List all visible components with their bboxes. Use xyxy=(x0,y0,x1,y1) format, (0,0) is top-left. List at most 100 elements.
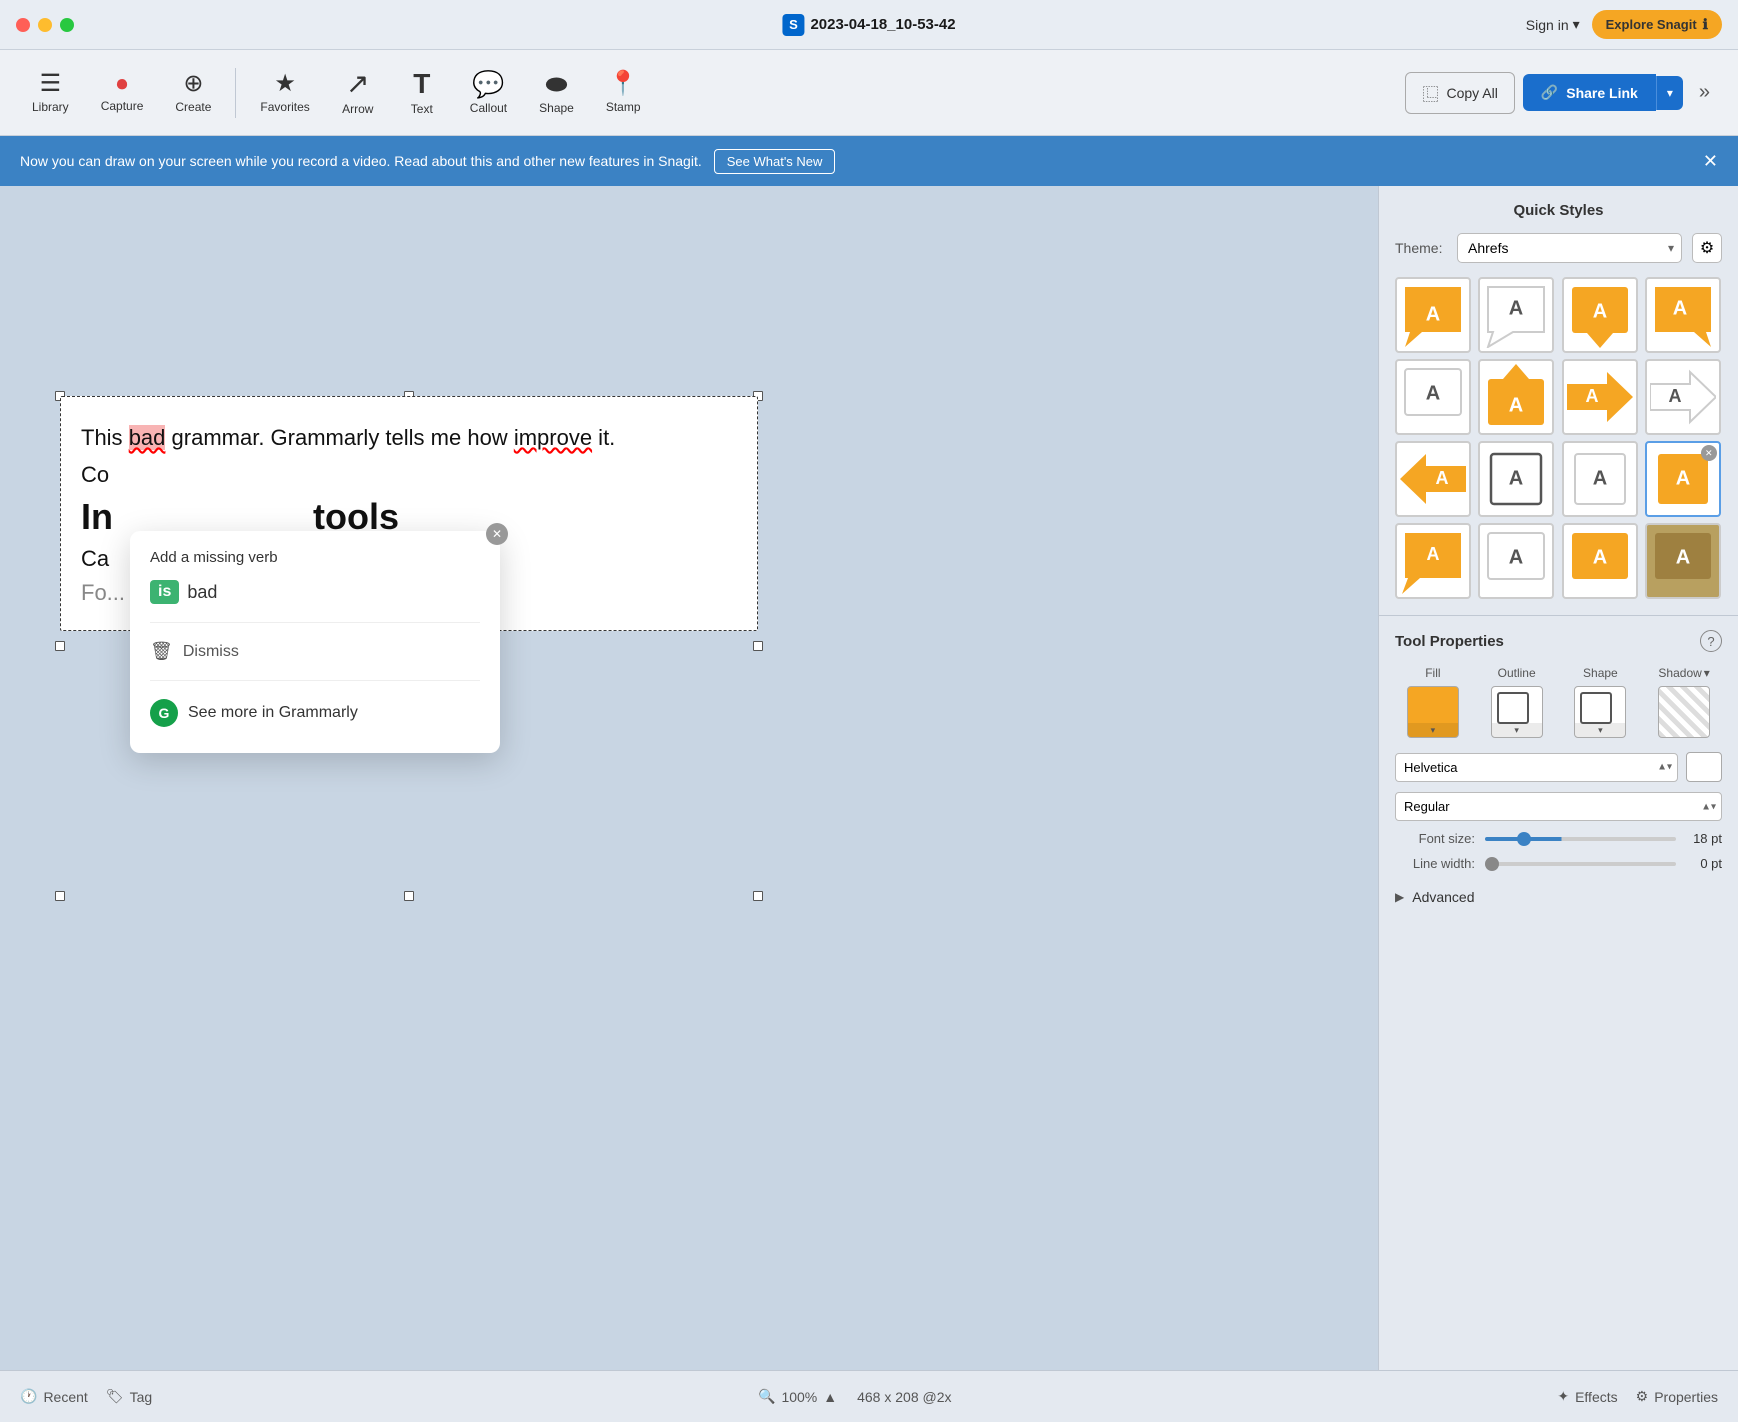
toolbar-library[interactable]: ☰ Library xyxy=(20,64,81,122)
copy-all-icon: ⿺ xyxy=(1422,81,1438,105)
theme-settings-button[interactable]: ⚙ xyxy=(1692,233,1722,263)
grammarly-popup: ✕ Add a missing verb is bad 🗑 Dismiss G … xyxy=(130,531,500,753)
toolbar-favorites[interactable]: ★ Favorites xyxy=(248,64,321,122)
grammarly-bad-text: bad xyxy=(187,582,217,603)
handle-middle-right[interactable] xyxy=(753,641,763,651)
style-card-7[interactable]: A xyxy=(1562,359,1638,435)
callout-orange-small-icon: A xyxy=(1567,528,1633,594)
toolbar-arrow[interactable]: ↗ Arrow xyxy=(330,62,386,124)
style-card-10[interactable]: A xyxy=(1478,441,1554,517)
zoom-control[interactable]: 🔍 100% ▲ xyxy=(758,1388,837,1405)
text-improve-word: improve xyxy=(514,425,592,450)
shadow-prop: Shadow ▾ xyxy=(1646,666,1722,738)
style-card-9[interactable]: A xyxy=(1395,441,1471,517)
notification-close-button[interactable]: ✕ xyxy=(1703,151,1718,172)
handle-bottom-right[interactable] xyxy=(753,891,763,901)
toolbar-stamp[interactable]: 📍 Stamp xyxy=(594,64,653,122)
font-family-select[interactable]: Helvetica xyxy=(1395,753,1678,782)
callout-icon: 💬 xyxy=(472,71,504,97)
canvas-area[interactable]: This bad grammar. Grammarly tells me how… xyxy=(0,186,1378,1370)
style-card-16[interactable]: A xyxy=(1645,523,1721,599)
svg-text:A: A xyxy=(1427,544,1440,564)
advanced-row[interactable]: ▶ Advanced xyxy=(1395,881,1722,913)
text-mid: grammar. Grammarly tells me how xyxy=(165,425,513,450)
help-button[interactable]: ? xyxy=(1700,630,1722,652)
style-card-2[interactable]: A xyxy=(1478,277,1554,353)
handle-middle-left[interactable] xyxy=(55,641,65,651)
svg-text:A: A xyxy=(1676,467,1690,489)
see-whats-new-button[interactable]: See What's New xyxy=(714,149,836,174)
share-link-button[interactable]: 🔗 Share Link xyxy=(1523,74,1656,111)
minimize-button[interactable] xyxy=(38,18,52,32)
shadow-header: Shadow ▾ xyxy=(1658,666,1709,680)
favorites-icon: ★ xyxy=(274,72,296,96)
sign-in-button[interactable]: Sign in ▾ xyxy=(1526,16,1580,33)
toolbar-create[interactable]: ⊕ Create xyxy=(163,64,223,122)
handle-bottom-middle[interactable] xyxy=(404,891,414,901)
explore-snagit-button[interactable]: Explore Snagit ℹ xyxy=(1592,10,1722,39)
font-size-slider[interactable] xyxy=(1485,837,1676,841)
more-options-button[interactable]: » xyxy=(1691,77,1718,108)
effects-button[interactable]: ✦ Effects xyxy=(1557,1388,1617,1405)
grammarly-see-more-row[interactable]: G See more in Grammarly xyxy=(150,691,480,735)
style-card-14[interactable]: A xyxy=(1478,523,1554,599)
text-label: Text xyxy=(411,102,433,116)
style-card-5[interactable]: A xyxy=(1395,359,1471,435)
grammarly-see-more-label: See more in Grammarly xyxy=(188,704,358,722)
properties-button[interactable]: ⚙ Properties xyxy=(1636,1388,1718,1405)
font-size-value: 18 pt xyxy=(1686,831,1722,846)
create-label: Create xyxy=(175,100,211,114)
style-card-1[interactable]: A xyxy=(1395,277,1471,353)
theme-select[interactable]: Ahrefs xyxy=(1457,233,1682,263)
active-style-x-icon[interactable]: ✕ xyxy=(1701,445,1717,461)
svg-text:A: A xyxy=(1592,467,1606,489)
tag-label: Tag xyxy=(130,1389,153,1405)
copy-all-button[interactable]: ⿺ Copy All xyxy=(1405,72,1514,114)
advanced-label: Advanced xyxy=(1412,889,1474,905)
toolbar-callout[interactable]: 💬 Callout xyxy=(458,63,519,123)
outline-swatch[interactable]: ▾ xyxy=(1491,686,1543,738)
style-card-13[interactable]: A xyxy=(1395,523,1471,599)
fill-prop: Fill ▾ xyxy=(1395,666,1471,738)
line-width-slider[interactable] xyxy=(1485,862,1676,866)
svg-text:A: A xyxy=(1592,546,1606,568)
shadow-swatch[interactable] xyxy=(1658,686,1710,738)
font-style-wrap: Regular ▲▾ xyxy=(1395,792,1722,821)
style-card-4[interactable]: A xyxy=(1645,277,1721,353)
recent-button[interactable]: 🕐 Recent xyxy=(20,1388,88,1405)
close-button[interactable] xyxy=(16,18,30,32)
arrow-white-right-icon: A xyxy=(1650,364,1716,430)
advanced-arrow-icon: ▶ xyxy=(1395,890,1404,904)
grammarly-popup-close[interactable]: ✕ xyxy=(486,523,508,545)
fill-dropdown-icon[interactable]: ▾ xyxy=(1408,723,1458,737)
text-color-swatch[interactable] xyxy=(1686,752,1722,782)
maximize-button[interactable] xyxy=(60,18,74,32)
theme-row: Theme: Ahrefs ▾ ⚙ xyxy=(1395,233,1722,263)
style-card-12[interactable]: A ✕ xyxy=(1645,441,1721,517)
share-link-label: Share Link xyxy=(1566,85,1638,101)
outline-label: Outline xyxy=(1498,666,1536,680)
right-panel: Quick Styles Theme: Ahrefs ▾ ⚙ xyxy=(1378,186,1738,1370)
tag-button[interactable]: 🏷 Tag xyxy=(106,1388,152,1405)
shape-swatch[interactable]: ▾ xyxy=(1574,686,1626,738)
svg-text:A: A xyxy=(1509,394,1523,416)
grammarly-dismiss-row[interactable]: 🗑 Dismiss xyxy=(150,633,480,670)
share-link-dropdown-button[interactable]: ▾ xyxy=(1656,76,1683,110)
style-card-8[interactable]: A xyxy=(1645,359,1721,435)
text-bad-word: bad xyxy=(129,425,166,450)
style-card-6[interactable]: A xyxy=(1478,359,1554,435)
toolbar-shape[interactable]: ⬬ Shape xyxy=(527,63,586,123)
fill-swatch[interactable]: ▾ xyxy=(1407,686,1459,738)
arrow-label: Arrow xyxy=(342,102,373,116)
style-card-15[interactable]: A xyxy=(1562,523,1638,599)
style-card-11[interactable]: A xyxy=(1562,441,1638,517)
svg-text:A: A xyxy=(1436,468,1449,488)
toolbar-capture[interactable]: ⏺ Capture xyxy=(89,65,156,121)
callout-white-plain-icon: A xyxy=(1400,364,1466,430)
callout-orange-top-icon: A xyxy=(1567,282,1633,348)
style-card-3[interactable]: A xyxy=(1562,277,1638,353)
toolbar-text[interactable]: T Text xyxy=(394,62,450,124)
shape-prop: Shape ▾ xyxy=(1563,666,1639,738)
handle-bottom-left[interactable] xyxy=(55,891,65,901)
font-style-select[interactable]: Regular xyxy=(1395,792,1722,821)
